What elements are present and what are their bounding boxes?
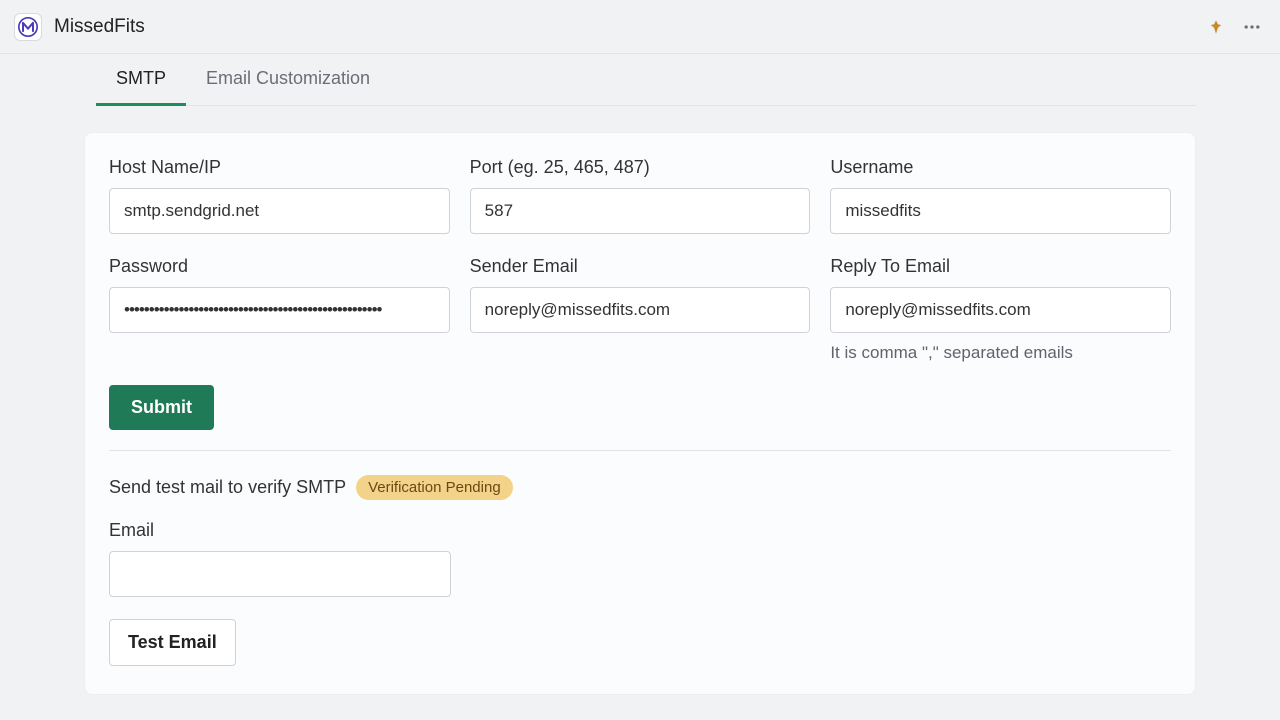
username-label: Username — [830, 157, 1171, 178]
field-password: Password — [109, 256, 450, 363]
settings-card: Host Name/IP Port (eg. 25, 465, 487) Use… — [84, 132, 1196, 695]
verify-text: Send test mail to verify SMTP — [109, 477, 346, 498]
app-logo-icon — [18, 17, 38, 37]
field-sender-email: Sender Email — [470, 256, 811, 363]
test-email-label: Email — [109, 520, 451, 541]
tab-smtp[interactable]: SMTP — [96, 54, 186, 106]
sender-email-input[interactable] — [470, 287, 811, 333]
field-port: Port (eg. 25, 465, 487) — [470, 157, 811, 234]
app-logo — [14, 13, 42, 41]
password-input[interactable] — [109, 287, 450, 333]
username-input[interactable] — [830, 188, 1171, 234]
sender-email-label: Sender Email — [470, 256, 811, 277]
app-title: MissedFits — [54, 16, 145, 38]
divider — [109, 450, 1171, 451]
field-username: Username — [830, 157, 1171, 234]
pin-icon[interactable] — [1202, 13, 1230, 41]
tab-email-customization[interactable]: Email Customization — [186, 54, 390, 106]
verify-row: Send test mail to verify SMTP Verificati… — [109, 475, 1171, 500]
port-label: Port (eg. 25, 465, 487) — [470, 157, 811, 178]
test-email-section: Email Test Email — [109, 520, 1171, 666]
test-email-input[interactable] — [109, 551, 451, 597]
password-label: Password — [109, 256, 450, 277]
field-host: Host Name/IP — [109, 157, 450, 234]
tabs: SMTP Email Customization — [96, 54, 1196, 106]
field-test-email: Email — [109, 520, 451, 597]
port-input[interactable] — [470, 188, 811, 234]
host-input[interactable] — [109, 188, 450, 234]
reply-email-help: It is comma "," separated emails — [830, 343, 1171, 363]
top-bar: MissedFits — [0, 0, 1280, 54]
submit-button[interactable]: Submit — [109, 385, 214, 430]
test-email-button[interactable]: Test Email — [109, 619, 236, 666]
reply-email-label: Reply To Email — [830, 256, 1171, 277]
more-icon[interactable] — [1238, 13, 1266, 41]
host-label: Host Name/IP — [109, 157, 450, 178]
form-grid: Host Name/IP Port (eg. 25, 465, 487) Use… — [109, 157, 1171, 363]
reply-email-input[interactable] — [830, 287, 1171, 333]
verification-badge: Verification Pending — [356, 475, 513, 500]
field-reply-email: Reply To Email It is comma "," separated… — [830, 256, 1171, 363]
